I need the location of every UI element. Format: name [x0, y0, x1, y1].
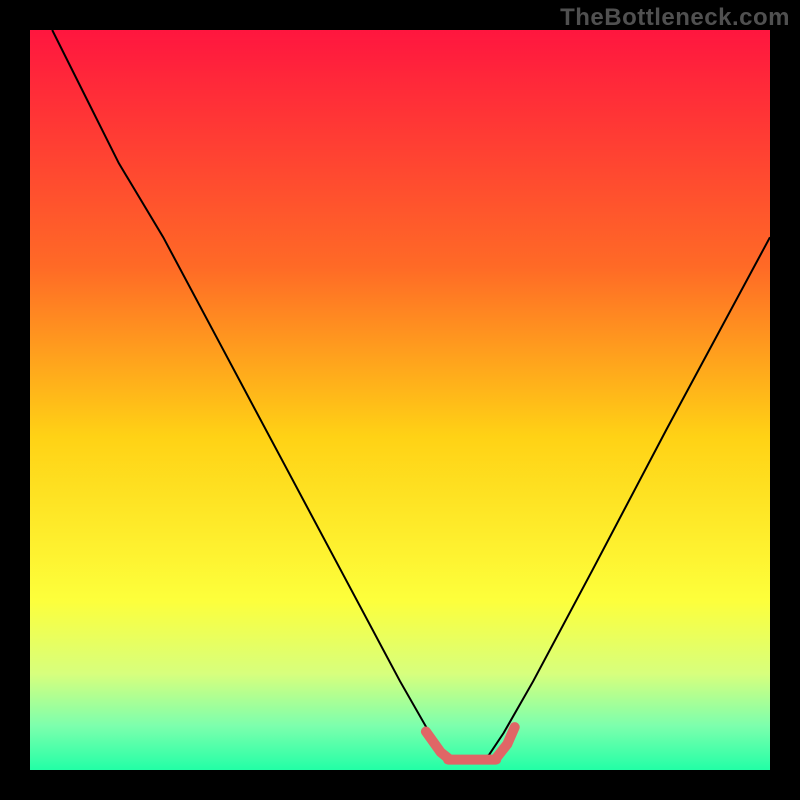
- gradient-background: [30, 30, 770, 770]
- chart-frame: TheBottleneck.com: [0, 0, 800, 800]
- watermark-text: TheBottleneck.com: [560, 4, 790, 32]
- plot-area: [30, 30, 770, 770]
- chart-svg: [30, 30, 770, 770]
